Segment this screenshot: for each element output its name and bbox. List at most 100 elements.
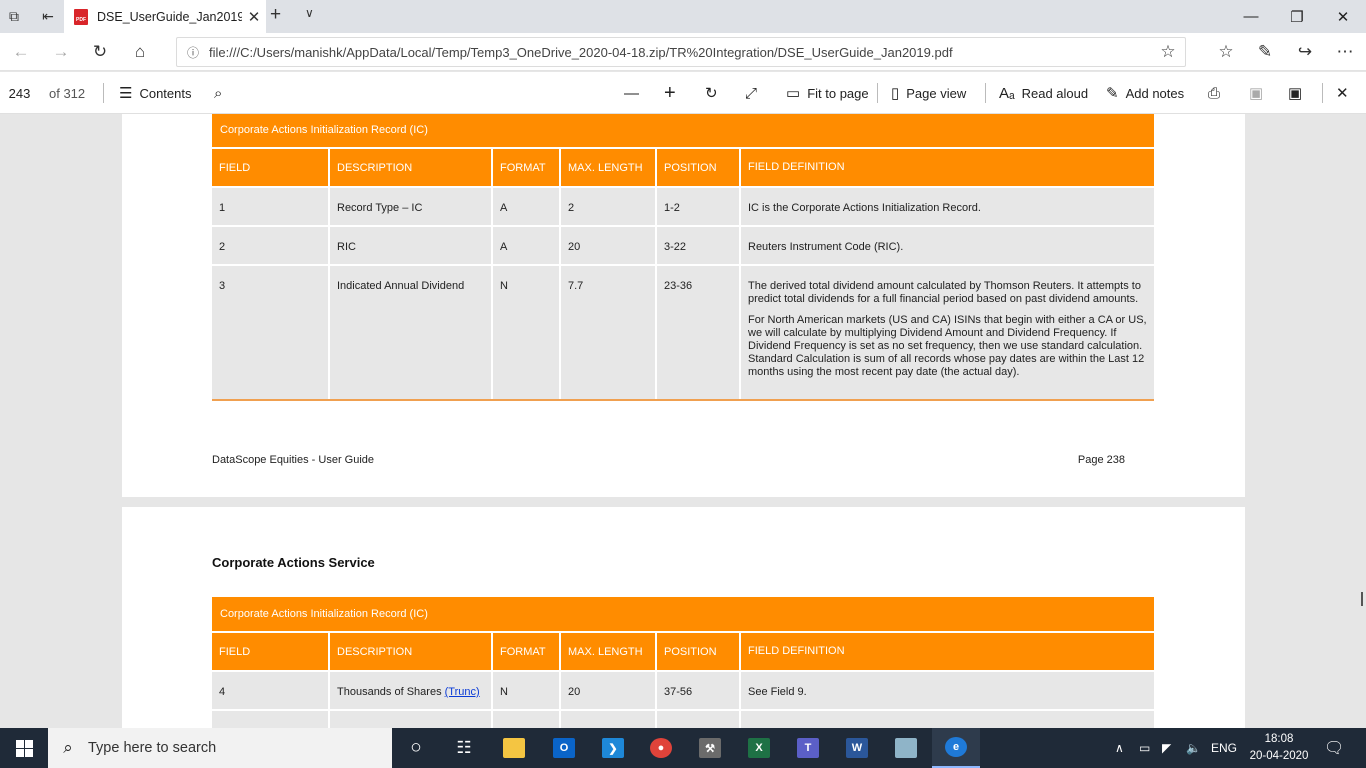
tools-button[interactable]: ⚒ bbox=[686, 728, 734, 768]
chevron-down-icon[interactable]: ∨ bbox=[305, 6, 314, 20]
save-button[interactable]: ▣ bbox=[1249, 72, 1270, 114]
taskbar-search-field[interactable]: ⌕ Type here to search bbox=[48, 728, 392, 768]
contents-button[interactable]: ☰ Contents bbox=[119, 72, 192, 114]
chrome-button[interactable]: ● bbox=[637, 728, 685, 768]
rotate-button[interactable]: ↻ bbox=[705, 72, 725, 114]
column-header: MAX. LENGTH bbox=[561, 149, 657, 186]
file-explorer-button[interactable] bbox=[490, 728, 538, 768]
minimize-icon[interactable]: — bbox=[1228, 0, 1274, 33]
tab-pdf[interactable]: PDF DSE_UserGuide_Jan2019 ✕ bbox=[64, 0, 266, 33]
cell-position: 1-2 bbox=[657, 188, 741, 225]
fit-to-page-label: Fit to page bbox=[807, 85, 869, 101]
battery-icon[interactable]: ▭ bbox=[1139, 728, 1150, 768]
print-button[interactable]: ⎙ bbox=[1208, 72, 1227, 114]
table-bottom-rule bbox=[212, 399, 1154, 401]
back-icon[interactable]: ← bbox=[2, 33, 40, 71]
page-number-input[interactable]: 243 bbox=[0, 72, 40, 114]
tools-icon: ⚒ bbox=[699, 738, 721, 758]
volume-icon[interactable]: 🔈 bbox=[1186, 728, 1201, 768]
contents-label: Contents bbox=[139, 85, 192, 101]
close-window-icon[interactable]: ✕ bbox=[1320, 0, 1366, 33]
tray-chevron-icon[interactable]: ∧ bbox=[1115, 728, 1124, 768]
vscode-icon: ❯ bbox=[602, 738, 624, 758]
circle-icon: ○ bbox=[410, 737, 422, 758]
share-icon[interactable]: ↪ bbox=[1286, 33, 1324, 71]
cell-description: Thousands of Shares (Trunc) bbox=[330, 672, 493, 709]
cell-position: 23-36 bbox=[657, 266, 741, 399]
search-placeholder: Type here to search bbox=[88, 740, 217, 756]
language-indicator[interactable]: ENG bbox=[1211, 728, 1237, 768]
column-header: FIELD bbox=[212, 149, 330, 186]
cell-field: 3 bbox=[212, 266, 330, 399]
fit-to-page-button[interactable]: ▭ Fit to page bbox=[786, 72, 869, 114]
forward-icon[interactable]: → bbox=[42, 33, 80, 71]
cell-definition: The derived total dividend amount calcul… bbox=[741, 266, 1154, 399]
unpin-toolbar-button[interactable]: ✕ bbox=[1336, 72, 1356, 114]
fullscreen-button[interactable]: ⤢ bbox=[745, 72, 764, 114]
new-tab-icon[interactable]: + bbox=[270, 4, 281, 26]
clock[interactable]: 18:08 20-04-2020 bbox=[1245, 731, 1313, 765]
favorite-star-icon[interactable]: ☆ bbox=[1151, 42, 1185, 62]
task-view-button[interactable]: ☷ bbox=[440, 728, 488, 768]
table-title: Corporate Actions Initialization Record … bbox=[212, 597, 1154, 631]
trunc-link[interactable]: (Trunc) bbox=[445, 686, 480, 698]
zoom-out-button[interactable]: — bbox=[624, 72, 646, 114]
table-title: Corporate Actions Initialization Record … bbox=[212, 114, 1154, 147]
page-view-button[interactable]: ▯ Page view bbox=[891, 72, 966, 114]
cell-format: N bbox=[493, 672, 561, 709]
task-view-icon: ☷ bbox=[456, 738, 472, 757]
column-header: POSITION bbox=[657, 149, 741, 186]
read-aloud-icon: Aₐ bbox=[999, 84, 1015, 102]
outlook-button[interactable]: O bbox=[540, 728, 588, 768]
start-button[interactable] bbox=[0, 728, 48, 768]
page-footer-number: Page 238 bbox=[1077, 454, 1125, 466]
favorites-icon[interactable]: ☆ bbox=[1207, 33, 1245, 71]
cell-position: 3-22 bbox=[657, 227, 741, 264]
add-notes-button[interactable]: ✎ Add notes bbox=[1106, 72, 1184, 114]
cell-definition: See Field 9. bbox=[741, 672, 1154, 709]
teams-icon: T bbox=[797, 738, 819, 758]
cell-position: 37-56 bbox=[657, 672, 741, 709]
edge-button[interactable]: e bbox=[932, 728, 980, 768]
fit-icon: ▭ bbox=[786, 85, 801, 102]
page-footer-title: DataScope Equities - User Guide bbox=[212, 454, 375, 466]
teams-button[interactable]: T bbox=[784, 728, 832, 768]
tab-actions-icon[interactable]: ⧉ bbox=[0, 0, 28, 33]
refresh-icon[interactable]: ↻ bbox=[81, 33, 119, 71]
column-header: FIELD bbox=[212, 633, 330, 670]
restore-icon[interactable]: ❐ bbox=[1274, 0, 1320, 33]
save-icon: ▣ bbox=[1249, 85, 1264, 102]
word-button[interactable]: W bbox=[833, 728, 881, 768]
notifications-icon[interactable]: 🗨 bbox=[1324, 728, 1344, 768]
scrollbar-thumb[interactable] bbox=[1361, 592, 1363, 606]
column-header: FIELD DEFINITION bbox=[741, 149, 1154, 186]
info-icon[interactable]: ⓘ bbox=[177, 44, 209, 61]
excel-button[interactable]: X bbox=[735, 728, 783, 768]
pen-icon: ✎ bbox=[1106, 85, 1119, 102]
cell-format: A bbox=[493, 227, 561, 264]
search-button[interactable]: ⌕ bbox=[214, 72, 229, 114]
cell-description: RIC bbox=[330, 227, 493, 264]
web-notes-icon[interactable]: ✎ bbox=[1246, 33, 1284, 71]
read-aloud-button[interactable]: Aₐ Read aloud bbox=[999, 72, 1088, 114]
data-table: Corporate Actions Initialization Record … bbox=[212, 597, 1154, 728]
notes-button[interactable] bbox=[882, 728, 930, 768]
cell-description: Indicated Annual Dividend bbox=[330, 266, 493, 399]
close-tab-icon[interactable]: ✕ bbox=[242, 8, 266, 26]
home-icon[interactable]: ⌂ bbox=[121, 33, 159, 71]
cortana-button[interactable]: ○ bbox=[392, 728, 440, 768]
cell-definition: Reuters Instrument Code (RIC). bbox=[741, 227, 1154, 264]
more-icon[interactable]: ⋯ bbox=[1326, 33, 1364, 71]
table-row: 2 RIC A 20 3-22 Reuters Instrument Code … bbox=[212, 225, 1154, 264]
vscode-button[interactable]: ❯ bbox=[589, 728, 637, 768]
rotate-icon: ↻ bbox=[705, 85, 718, 102]
list-icon: ☰ bbox=[119, 85, 133, 102]
pdf-page: Corporate Actions Initialization Record … bbox=[122, 114, 1245, 497]
wifi-icon[interactable]: ◤ bbox=[1162, 728, 1171, 768]
zoom-in-button[interactable]: + bbox=[664, 72, 683, 114]
save-as-button[interactable]: ▣ bbox=[1288, 72, 1309, 114]
address-field[interactable]: ⓘ file:///C:/Users/manishk/AppData/Local… bbox=[176, 37, 1186, 67]
definition-paragraph: For North American markets (US and CA) I… bbox=[748, 314, 1147, 378]
table-row: 3 Indicated Annual Dividend N 7.7 23-36 … bbox=[212, 264, 1154, 399]
set-tabs-aside-icon[interactable]: ⇤ bbox=[34, 0, 62, 33]
